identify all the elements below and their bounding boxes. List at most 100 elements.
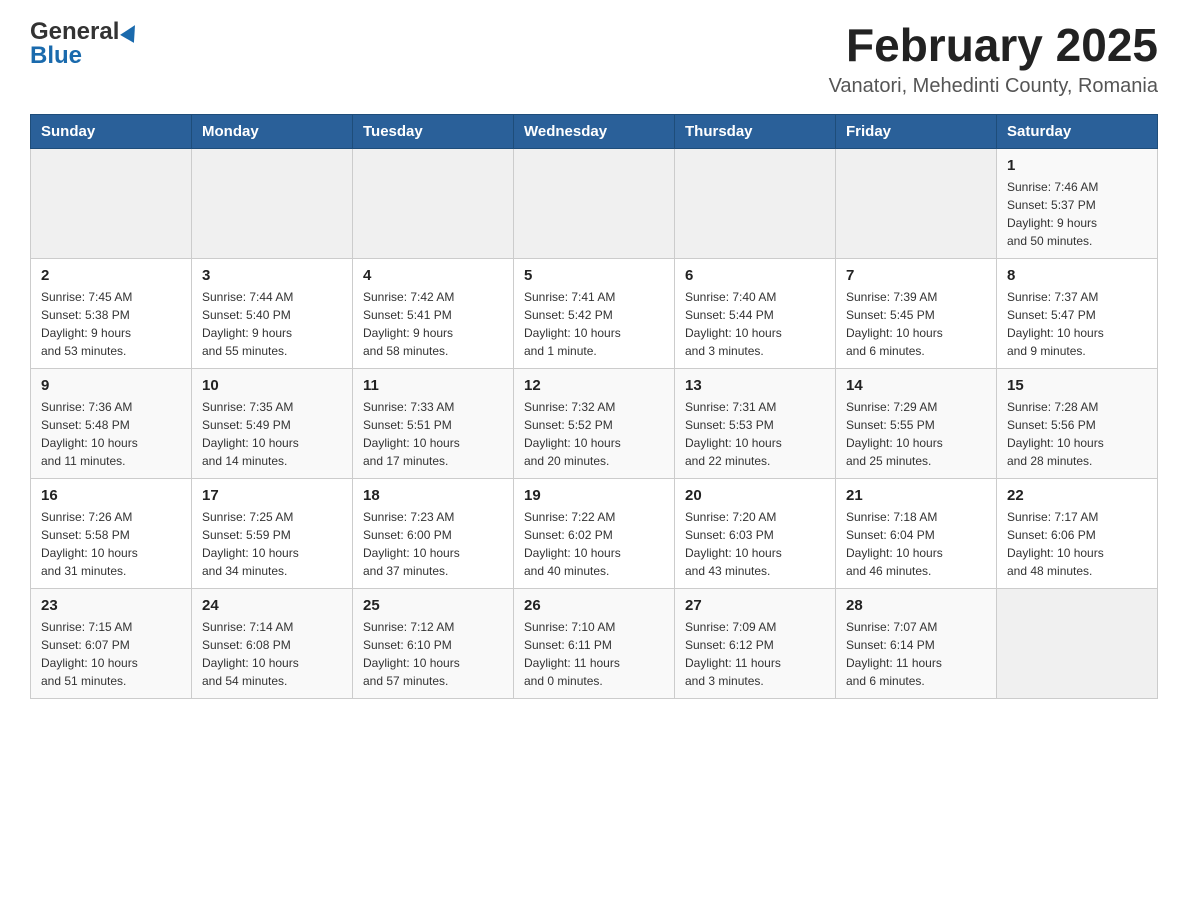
calendar-cell [192, 148, 353, 258]
day-info: Sunrise: 7:28 AMSunset: 5:56 PMDaylight:… [1007, 398, 1147, 470]
calendar-cell: 10 Sunrise: 7:35 AMSunset: 5:49 PMDayligh… [192, 368, 353, 478]
day-info: Sunrise: 7:37 AMSunset: 5:47 PMDaylight:… [1007, 288, 1147, 360]
calendar-cell: 8 Sunrise: 7:37 AMSunset: 5:47 PMDaylight… [997, 258, 1158, 368]
day-info: Sunrise: 7:09 AMSunset: 6:12 PMDaylight:… [685, 618, 825, 690]
calendar-cell: 5 Sunrise: 7:41 AMSunset: 5:42 PMDaylight… [514, 258, 675, 368]
logo: General Blue [30, 20, 139, 68]
day-number: 5 [524, 267, 664, 284]
day-info: Sunrise: 7:46 AMSunset: 5:37 PMDaylight:… [1007, 178, 1147, 250]
month-title: February 2025 [829, 20, 1158, 71]
day-number: 21 [846, 487, 986, 504]
day-info: Sunrise: 7:35 AMSunset: 5:49 PMDaylight:… [202, 398, 342, 470]
day-info: Sunrise: 7:12 AMSunset: 6:10 PMDaylight:… [363, 618, 503, 690]
calendar-cell [675, 148, 836, 258]
calendar-cell: 23Sunrise: 7:15 AMSunset: 6:07 PMDayligh… [31, 588, 192, 698]
day-number: 20 [685, 487, 825, 504]
day-number: 12 [524, 377, 664, 394]
calendar-cell: 13 Sunrise: 7:31 AMSunset: 5:53 PMDayligh… [675, 368, 836, 478]
calendar-cell: 4 Sunrise: 7:42 AMSunset: 5:41 PMDaylight… [353, 258, 514, 368]
day-number: 10 [202, 377, 342, 394]
calendar-body: 1 Sunrise: 7:46 AMSunset: 5:37 PMDaylight… [31, 148, 1158, 698]
calendar-cell: 24 Sunrise: 7:14 AMSunset: 6:08 PMDayligh… [192, 588, 353, 698]
day-info: Sunrise: 7:20 AMSunset: 6:03 PMDaylight:… [685, 508, 825, 580]
day-info: Sunrise: 7:23 AMSunset: 6:00 PMDaylight:… [363, 508, 503, 580]
calendar-cell: 17Sunrise: 7:25 AMSunset: 5:59 PMDayligh… [192, 478, 353, 588]
day-number: 15 [1007, 377, 1147, 394]
calendar-cell [514, 148, 675, 258]
calendar-cell [31, 148, 192, 258]
calendar-table: SundayMondayTuesdayWednesdayThursdayFrid… [30, 114, 1158, 699]
day-number: 22 [1007, 487, 1147, 504]
day-of-week-header: Friday [836, 114, 997, 148]
calendar-cell [997, 588, 1158, 698]
logo-general-text: General [30, 20, 119, 44]
day-of-week-header: Thursday [675, 114, 836, 148]
day-of-week-header: Wednesday [514, 114, 675, 148]
day-info: Sunrise: 7:36 AMSunset: 5:48 PMDaylight:… [41, 398, 181, 470]
day-info: Sunrise: 7:10 AMSunset: 6:11 PMDaylight:… [524, 618, 664, 690]
calendar-cell: 28 Sunrise: 7:07 AMSunset: 6:14 PMDayligh… [836, 588, 997, 698]
day-number: 26 [524, 597, 664, 614]
day-info: Sunrise: 7:45 AMSunset: 5:38 PMDaylight:… [41, 288, 181, 360]
calendar-cell: 19Sunrise: 7:22 AMSunset: 6:02 PMDayligh… [514, 478, 675, 588]
day-number: 24 [202, 597, 342, 614]
logo-blue: Blue [30, 44, 139, 68]
calendar-cell: 16 Sunrise: 7:26 AMSunset: 5:58 PMDayligh… [31, 478, 192, 588]
day-number: 13 [685, 377, 825, 394]
day-info: Sunrise: 7:31 AMSunset: 5:53 PMDaylight:… [685, 398, 825, 470]
day-info: Sunrise: 7:41 AMSunset: 5:42 PMDaylight:… [524, 288, 664, 360]
day-info: Sunrise: 7:39 AMSunset: 5:45 PMDaylight:… [846, 288, 986, 360]
day-number: 27 [685, 597, 825, 614]
calendar-cell: 12 Sunrise: 7:32 AMSunset: 5:52 PMDayligh… [514, 368, 675, 478]
day-number: 3 [202, 267, 342, 284]
calendar-cell: 14 Sunrise: 7:29 AMSunset: 5:55 PMDayligh… [836, 368, 997, 478]
calendar-cell: 9 Sunrise: 7:36 AMSunset: 5:48 PMDaylight… [31, 368, 192, 478]
day-number: 2 [41, 267, 181, 284]
day-number: 25 [363, 597, 503, 614]
calendar-cell: 11 Sunrise: 7:33 AMSunset: 5:51 PMDayligh… [353, 368, 514, 478]
day-number: 4 [363, 267, 503, 284]
day-number: 17 [202, 487, 342, 504]
day-number: 7 [846, 267, 986, 284]
day-number: 1 [1007, 157, 1147, 174]
day-info: Sunrise: 7:26 AMSunset: 5:58 PMDaylight:… [41, 508, 181, 580]
day-number: 19 [524, 487, 664, 504]
calendar-cell: 3 Sunrise: 7:44 AMSunset: 5:40 PMDaylight… [192, 258, 353, 368]
calendar-cell: 27 Sunrise: 7:09 AMSunset: 6:12 PMDayligh… [675, 588, 836, 698]
day-info: Sunrise: 7:14 AMSunset: 6:08 PMDaylight:… [202, 618, 342, 690]
calendar-cell [836, 148, 997, 258]
day-number: 9 [41, 377, 181, 394]
day-number: 28 [846, 597, 986, 614]
title-area: February 2025 Vanatori, Mehedinti County… [829, 20, 1158, 98]
day-number: 8 [1007, 267, 1147, 284]
calendar-cell: 2 Sunrise: 7:45 AMSunset: 5:38 PMDaylight… [31, 258, 192, 368]
day-info: Sunrise: 7:32 AMSunset: 5:52 PMDaylight:… [524, 398, 664, 470]
calendar-cell: 22Sunrise: 7:17 AMSunset: 6:06 PMDayligh… [997, 478, 1158, 588]
day-of-week-header: Saturday [997, 114, 1158, 148]
day-info: Sunrise: 7:15 AMSunset: 6:07 PMDaylight:… [41, 618, 181, 690]
logo-triangle-icon [120, 21, 142, 43]
day-info: Sunrise: 7:33 AMSunset: 5:51 PMDaylight:… [363, 398, 503, 470]
day-of-week-header: Sunday [31, 114, 192, 148]
day-of-week-header: Monday [192, 114, 353, 148]
day-info: Sunrise: 7:18 AMSunset: 6:04 PMDaylight:… [846, 508, 986, 580]
day-info: Sunrise: 7:40 AMSunset: 5:44 PMDaylight:… [685, 288, 825, 360]
page-header: General Blue February 2025 Vanatori, Meh… [30, 20, 1158, 98]
calendar-header: SundayMondayTuesdayWednesdayThursdayFrid… [31, 114, 1158, 148]
calendar-cell: 26 Sunrise: 7:10 AMSunset: 6:11 PMDayligh… [514, 588, 675, 698]
calendar-cell [353, 148, 514, 258]
day-info: Sunrise: 7:42 AMSunset: 5:41 PMDaylight:… [363, 288, 503, 360]
day-number: 16 [41, 487, 181, 504]
location-subtitle: Vanatori, Mehedinti County, Romania [829, 75, 1158, 98]
day-info: Sunrise: 7:44 AMSunset: 5:40 PMDaylight:… [202, 288, 342, 360]
calendar-cell: 6 Sunrise: 7:40 AMSunset: 5:44 PMDaylight… [675, 258, 836, 368]
day-number: 6 [685, 267, 825, 284]
day-info: Sunrise: 7:07 AMSunset: 6:14 PMDaylight:… [846, 618, 986, 690]
day-number: 14 [846, 377, 986, 394]
day-info: Sunrise: 7:29 AMSunset: 5:55 PMDaylight:… [846, 398, 986, 470]
calendar-cell: 18 Sunrise: 7:23 AMSunset: 6:00 PMDayligh… [353, 478, 514, 588]
logo-general: General [30, 20, 139, 44]
calendar-cell: 1 Sunrise: 7:46 AMSunset: 5:37 PMDaylight… [997, 148, 1158, 258]
day-number: 11 [363, 377, 503, 394]
day-number: 18 [363, 487, 503, 504]
